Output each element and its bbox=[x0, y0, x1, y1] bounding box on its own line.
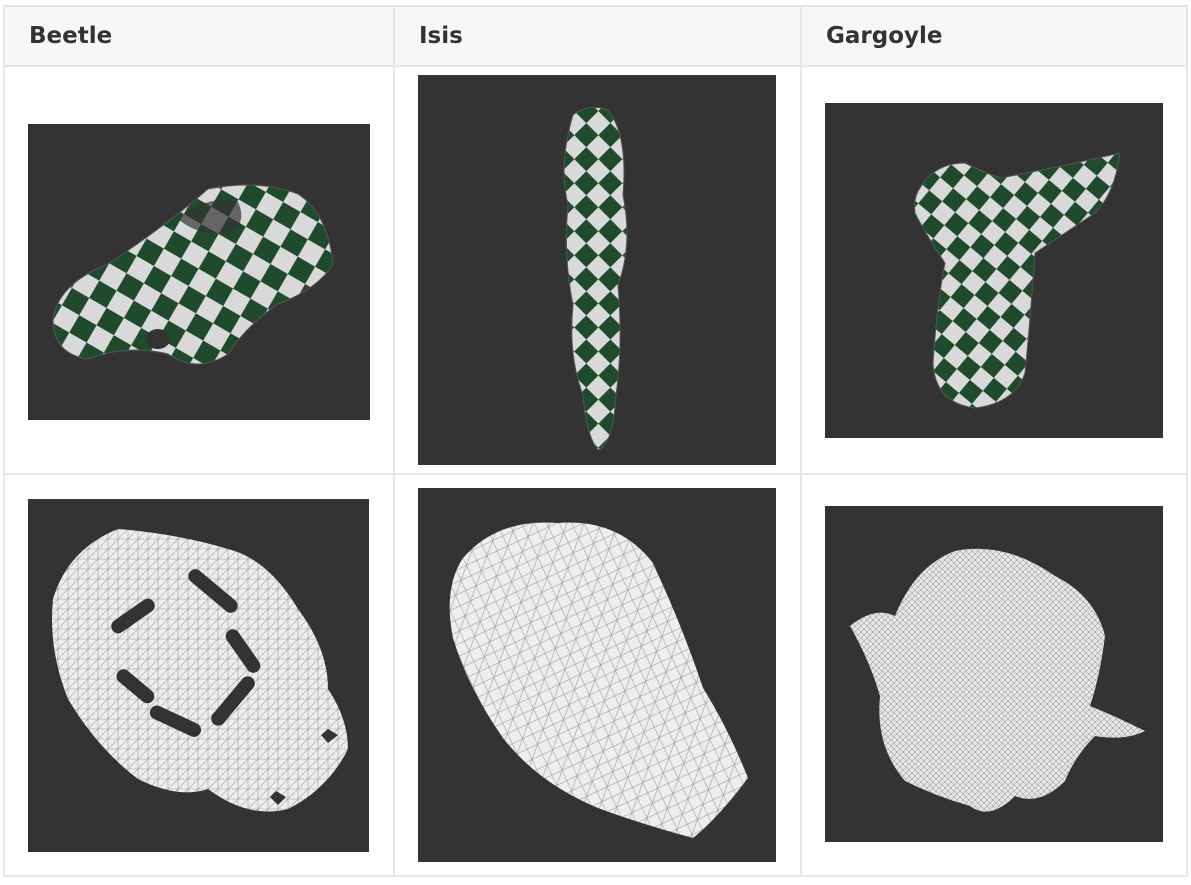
isis-uv-parameterization bbox=[418, 488, 776, 862]
header-row: Beetle Isis Gargoyle bbox=[3, 5, 1188, 67]
table-row-uv bbox=[3, 473, 1188, 877]
gargoyle-textured-render bbox=[825, 103, 1163, 438]
beetle-textured-render bbox=[28, 124, 370, 420]
cell-isis-uv bbox=[393, 473, 802, 877]
header-isis: Isis bbox=[393, 5, 802, 67]
comparison-table: Beetle Isis Gargoyle bbox=[3, 5, 1188, 877]
cell-beetle-textured bbox=[3, 65, 395, 475]
gargoyle-uv-parameterization bbox=[825, 506, 1163, 842]
header-beetle: Beetle bbox=[3, 5, 395, 67]
header-gargoyle: Gargoyle bbox=[800, 5, 1188, 67]
cell-beetle-uv bbox=[3, 473, 395, 877]
cell-gargoyle-textured bbox=[800, 65, 1188, 475]
isis-textured-render bbox=[418, 75, 776, 465]
cell-isis-textured bbox=[393, 65, 802, 475]
beetle-uv-parameterization bbox=[28, 499, 369, 852]
table-row-textured bbox=[3, 65, 1188, 475]
cell-gargoyle-uv bbox=[800, 473, 1188, 877]
